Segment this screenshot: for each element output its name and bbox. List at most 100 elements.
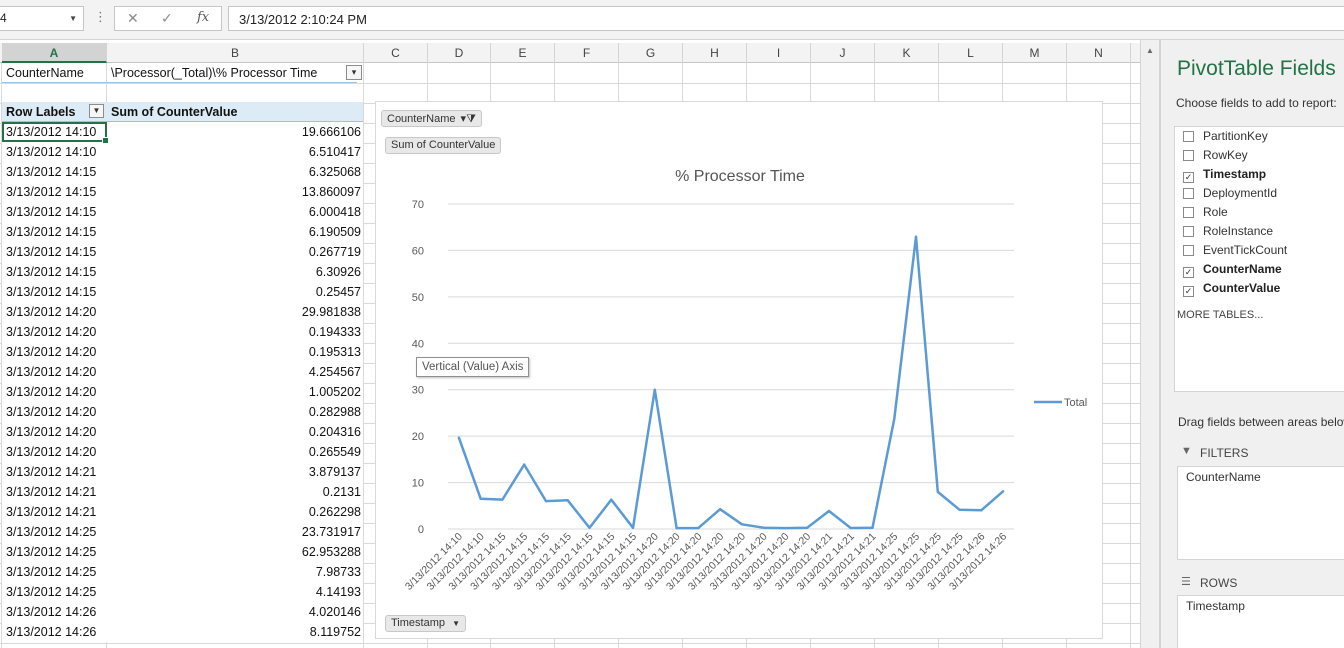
- value-cell[interactable]: 1.005202: [107, 382, 363, 402]
- value-cell[interactable]: 29.981838: [107, 302, 363, 322]
- value-cell[interactable]: 0.194333: [107, 322, 363, 342]
- row-label-cell[interactable]: 3/13/2012 14:26: [2, 602, 107, 622]
- chevron-down-icon[interactable]: ▼: [69, 14, 77, 23]
- scroll-up-icon[interactable]: ▲: [1146, 46, 1154, 55]
- row-label-cell[interactable]: 3/13/2012 14:20: [2, 302, 107, 322]
- row-label-cell[interactable]: 3/13/2012 14:20: [2, 362, 107, 382]
- filters-area[interactable]: CounterName: [1177, 466, 1344, 560]
- field-item[interactable]: RowKey: [1183, 148, 1248, 166]
- more-options-icon[interactable]: ⋮: [94, 9, 107, 25]
- value-cell[interactable]: 6.000418: [107, 202, 363, 222]
- checkbox-icon[interactable]: [1183, 188, 1194, 199]
- filters-area-item[interactable]: CounterName: [1186, 470, 1261, 484]
- field-item[interactable]: RoleInstance: [1183, 224, 1273, 242]
- insert-function-icon[interactable]: fx: [197, 10, 209, 25]
- row-label-cell[interactable]: 3/13/2012 14:20: [2, 402, 107, 422]
- row-label-cell[interactable]: 3/13/2012 14:10: [2, 142, 107, 162]
- row-label-cell[interactable]: 3/13/2012 14:15: [2, 262, 107, 282]
- value-cell[interactable]: 0.2131: [107, 482, 363, 502]
- filter-field-value[interactable]: \Processor(_Total)\% Processor Time: [107, 63, 347, 83]
- value-cell[interactable]: 8.119752: [107, 622, 363, 642]
- column-header[interactable]: N: [1067, 43, 1131, 63]
- formula-input[interactable]: 3/13/2012 2:10:24 PM: [228, 6, 1344, 31]
- pivot-chart[interactable]: CounterName ▾⧩ Sum of CounterValue % Pro…: [375, 101, 1103, 639]
- filter-dropdown-icon[interactable]: ▾: [346, 65, 362, 80]
- value-cell[interactable]: 19.666106: [107, 122, 363, 142]
- value-cell[interactable]: 13.860097: [107, 182, 363, 202]
- value-cell[interactable]: 0.262298: [107, 502, 363, 522]
- value-cell[interactable]: 0.282988: [107, 402, 363, 422]
- row-label-cell[interactable]: 3/13/2012 14:15: [2, 182, 107, 202]
- value-cell[interactable]: 4.14193: [107, 582, 363, 602]
- checkbox-icon[interactable]: [1183, 226, 1194, 237]
- value-cell[interactable]: 23.731917: [107, 522, 363, 542]
- field-item[interactable]: ✓ CounterValue: [1183, 281, 1280, 299]
- column-header[interactable]: M: [1003, 43, 1067, 63]
- field-item[interactable]: EventTickCount: [1183, 243, 1287, 261]
- checkbox-icon[interactable]: [1183, 207, 1194, 218]
- field-item[interactable]: ✓ CounterName: [1183, 262, 1282, 280]
- row-label-cell[interactable]: 3/13/2012 14:25: [2, 562, 107, 582]
- row-label-cell[interactable]: 3/13/2012 14:20: [2, 422, 107, 442]
- row-label-cell[interactable]: 3/13/2012 14:20: [2, 442, 107, 462]
- chart-timestamp-button[interactable]: Timestamp ▼: [385, 615, 466, 632]
- row-label-cell[interactable]: 3/13/2012 14:25: [2, 542, 107, 562]
- value-cell[interactable]: 7.98733: [107, 562, 363, 582]
- column-header[interactable]: B: [107, 43, 364, 63]
- sum-header[interactable]: Sum of CounterValue: [107, 102, 357, 122]
- rows-area[interactable]: Timestamp: [1177, 595, 1344, 648]
- checkbox-checked-icon[interactable]: ✓: [1183, 172, 1194, 183]
- row-label-cell[interactable]: 3/13/2012 14:25: [2, 522, 107, 542]
- column-header[interactable]: K: [875, 43, 939, 63]
- value-cell[interactable]: 4.254567: [107, 362, 363, 382]
- checkbox-icon[interactable]: [1183, 131, 1194, 142]
- checkbox-checked-icon[interactable]: ✓: [1183, 267, 1194, 278]
- value-cell[interactable]: 0.204316: [107, 422, 363, 442]
- row-labels-dropdown-icon[interactable]: ▼: [89, 104, 104, 118]
- name-box[interactable]: 4 ▼: [0, 6, 84, 31]
- column-header[interactable]: I: [747, 43, 811, 63]
- filter-field-label[interactable]: CounterName: [2, 63, 107, 83]
- checkbox-checked-icon[interactable]: ✓: [1183, 286, 1194, 297]
- row-label-cell[interactable]: 3/13/2012 14:21: [2, 462, 107, 482]
- row-label-cell[interactable]: 3/13/2012 14:15: [2, 202, 107, 222]
- value-cell[interactable]: 3.879137: [107, 462, 363, 482]
- value-cell[interactable]: 0.195313: [107, 342, 363, 362]
- column-header[interactable]: G: [619, 43, 683, 63]
- row-labels-header[interactable]: Row Labels: [2, 102, 90, 122]
- value-cell[interactable]: 4.020146: [107, 602, 363, 622]
- vertical-scrollbar[interactable]: ▲: [1140, 40, 1160, 648]
- column-header[interactable]: D: [428, 43, 491, 63]
- column-header[interactable]: E: [491, 43, 555, 63]
- value-cell[interactable]: 6.30926: [107, 262, 363, 282]
- cancel-icon[interactable]: ✕: [127, 10, 139, 27]
- row-label-cell[interactable]: 3/13/2012 14:20: [2, 342, 107, 362]
- column-header[interactable]: F: [555, 43, 619, 63]
- checkbox-icon[interactable]: [1183, 150, 1194, 161]
- row-label-cell[interactable]: 3/13/2012 14:15: [2, 162, 107, 182]
- row-label-cell[interactable]: 3/13/2012 14:15: [2, 242, 107, 262]
- more-tables-link[interactable]: MORE TABLES...: [1177, 309, 1263, 321]
- column-header[interactable]: A: [2, 43, 107, 63]
- value-cell[interactable]: 62.953288: [107, 542, 363, 562]
- worksheet[interactable]: ABCDEFGHIJKLMN CounterName \Processor(_T…: [0, 40, 1140, 648]
- field-item[interactable]: DeploymentId: [1183, 186, 1277, 204]
- column-header[interactable]: H: [683, 43, 747, 63]
- value-cell[interactable]: 0.267719: [107, 242, 363, 262]
- value-cell[interactable]: 6.190509: [107, 222, 363, 242]
- field-item[interactable]: PartitionKey: [1183, 129, 1268, 147]
- column-header[interactable]: C: [364, 43, 428, 63]
- value-cell[interactable]: 0.265549: [107, 442, 363, 462]
- column-header[interactable]: J: [811, 43, 875, 63]
- row-label-cell[interactable]: 3/13/2012 14:21: [2, 502, 107, 522]
- row-label-cell[interactable]: 3/13/2012 14:15: [2, 222, 107, 242]
- row-label-cell[interactable]: 3/13/2012 14:15: [2, 282, 107, 302]
- field-item[interactable]: Role: [1183, 205, 1228, 223]
- row-label-cell[interactable]: 3/13/2012 14:20: [2, 322, 107, 342]
- column-header[interactable]: L: [939, 43, 1003, 63]
- field-item[interactable]: ✓ Timestamp: [1183, 167, 1266, 185]
- value-cell[interactable]: 6.510417: [107, 142, 363, 162]
- value-cell[interactable]: 0.25457: [107, 282, 363, 302]
- row-label-cell[interactable]: 3/13/2012 14:25: [2, 582, 107, 602]
- row-label-cell[interactable]: 3/13/2012 14:21: [2, 482, 107, 502]
